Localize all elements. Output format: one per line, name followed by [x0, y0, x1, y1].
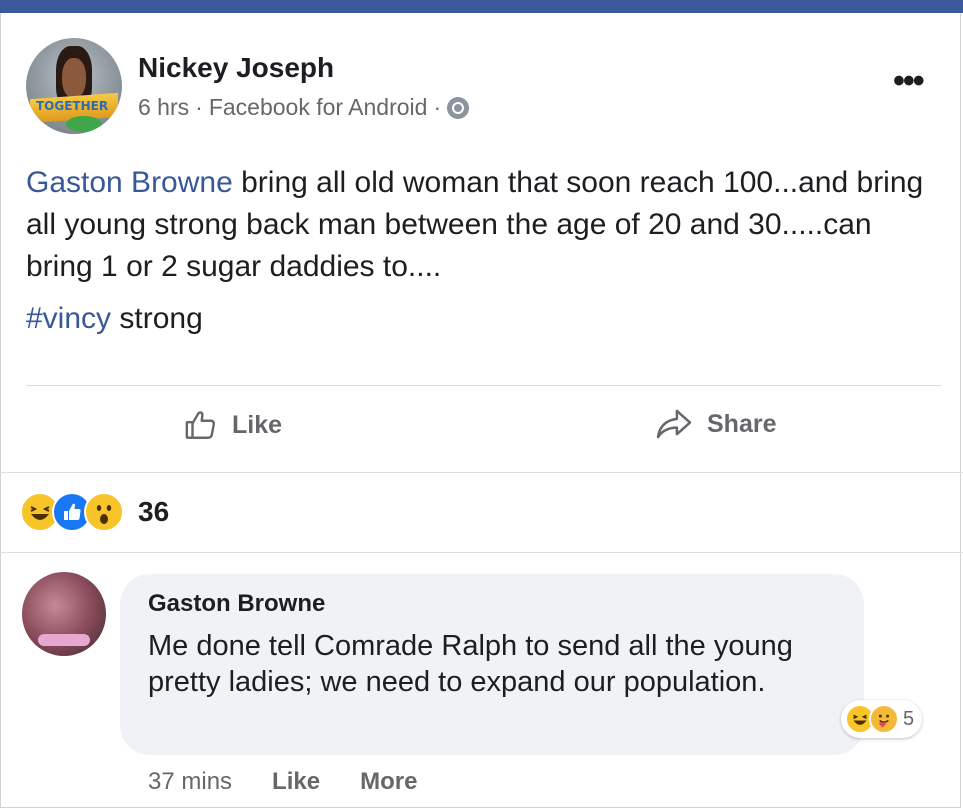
globe-icon [447, 96, 470, 119]
share-button[interactable]: Share [655, 408, 776, 440]
post-source: Facebook for Android [208, 94, 428, 120]
reaction-count: 36 [138, 496, 170, 527]
comment-text: Me done tell Comrade Ralph to send all t… [148, 630, 793, 698]
divider [0, 552, 963, 553]
comment-time[interactable]: 37 mins [148, 768, 232, 796]
share-arrow-icon [656, 409, 692, 439]
reaction-summary[interactable]: 36 [20, 492, 169, 532]
post-time[interactable]: 6 hrs [138, 94, 189, 121]
comment-actions: 37 mins Like More [148, 768, 417, 796]
commenter-avatar[interactable] [22, 572, 106, 656]
avatar-banner-text: TOGETHER [36, 99, 109, 113]
thumbs-up-icon [185, 411, 216, 439]
post-text: Gaston Browne bring all old woman that s… [26, 162, 931, 288]
hashtag-suffix: strong [111, 302, 203, 335]
comment-reactions[interactable]: 5 [841, 700, 923, 738]
comment-reaction-count: 5 [903, 707, 915, 730]
hashtag-link[interactable]: #vincy [26, 302, 111, 335]
share-label: Share [707, 409, 777, 438]
like-label: Like [232, 410, 283, 439]
mention-link[interactable]: Gaston Browne [26, 166, 233, 199]
meta-separator-2: · [433, 94, 442, 120]
hashtag-line: #vincy strong [26, 302, 203, 336]
wow-reaction-icon [84, 492, 124, 532]
top-bar [0, 0, 963, 13]
comment-more-button[interactable]: More [360, 768, 417, 796]
divider [26, 385, 941, 386]
post-meta: 6 hrs · Facebook for Android · [138, 94, 470, 121]
like-button[interactable]: Like [184, 408, 282, 442]
commenter-name[interactable]: Gaston Browne [148, 590, 325, 618]
author-name[interactable]: Nickey Joseph [138, 52, 334, 84]
divider [0, 472, 963, 473]
meta-separator: · [195, 94, 203, 120]
more-dots-icon[interactable]: ••• [893, 62, 925, 101]
comment-like-button[interactable]: Like [272, 768, 320, 796]
author-avatar[interactable]: TOGETHER [26, 38, 122, 134]
care-reaction-icon [869, 704, 899, 734]
